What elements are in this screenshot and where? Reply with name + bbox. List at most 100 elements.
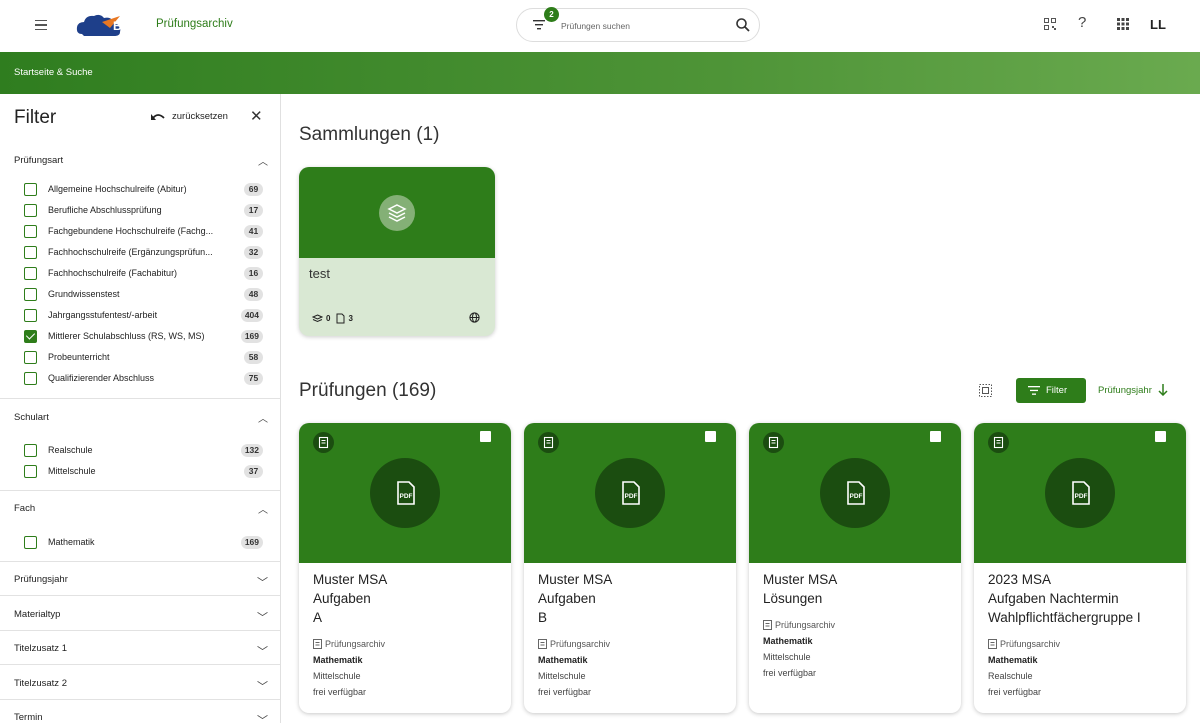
filter-title: Filter [14, 107, 57, 128]
checkbox[interactable] [24, 464, 37, 478]
checkbox-checked[interactable] [24, 329, 37, 343]
qr-code-icon[interactable] [1044, 18, 1056, 30]
reset-button[interactable]: zurücksetzen [150, 111, 228, 122]
count-badge: 75 [244, 371, 263, 385]
search-icon[interactable] [735, 17, 751, 33]
source-label: Prüfungsarchiv [775, 620, 836, 630]
exam-card[interactable]: PDF Muster MSA Aufgaben B Prüfungsarchiv… [524, 423, 736, 713]
search-input[interactable] [561, 17, 721, 35]
section-label: Prüfungsart [14, 155, 64, 166]
checkbox[interactable] [24, 266, 37, 280]
section-pruefungsart: Prüfungsart ︿ Allgemeine Hochschulreife … [0, 151, 280, 389]
checkbox[interactable] [24, 203, 37, 217]
select-checkbox[interactable] [705, 431, 716, 442]
checkbox[interactable] [24, 371, 37, 385]
filter-icon[interactable] [533, 20, 545, 30]
section-titelzusatz-1[interactable]: Titelzusatz 1 ﹀ [0, 631, 280, 665]
card-source: Prüfungsarchiv [763, 617, 835, 633]
filter-option[interactable]: Qualifizierender Abschluss 75 [0, 368, 280, 389]
chevron-down-icon[interactable]: ﹀ [257, 574, 268, 590]
title-line: A [313, 610, 323, 625]
apps-grid-icon[interactable] [1117, 18, 1129, 30]
section-materialtyp[interactable]: Materialtyp ﹀ [0, 597, 280, 631]
select-checkbox[interactable] [930, 431, 941, 442]
document-type-icon [313, 432, 334, 453]
checkbox[interactable] [24, 224, 37, 238]
section-label: Prüfungsjahr [14, 574, 68, 585]
filter-option[interactable]: Probeunterricht 58 [0, 347, 280, 368]
archive-icon [988, 639, 997, 649]
help-icon[interactable]: ? [1078, 14, 1086, 31]
count-badge: 16 [244, 266, 263, 280]
checkbox[interactable] [24, 350, 37, 364]
card-subject: Mathematik [313, 655, 363, 665]
filter-option[interactable]: Grundwissenstest 48 [0, 284, 280, 305]
filter-option[interactable]: Mittlerer Schulabschluss (RS, WS, MS) 169 [0, 326, 280, 347]
select-checkbox[interactable] [1155, 431, 1166, 442]
option-label: Mathematik [48, 537, 95, 547]
title-line: 2023 MSA [988, 572, 1052, 587]
filter-option[interactable]: Fachhochschulreife (Ergänzungsprüfun... 3… [0, 242, 280, 263]
breadcrumb[interactable]: Startseite & Suche [14, 67, 93, 78]
filter-button[interactable]: Filter [1016, 378, 1086, 403]
chevron-up-icon[interactable]: ︿ [258, 501, 268, 516]
filter-option[interactable]: Mittelschule 37 [0, 461, 280, 482]
section-header[interactable]: Prüfungsart ︿ [0, 151, 280, 171]
pdf-icon: PDF [1045, 458, 1115, 528]
filter-option[interactable]: Fachgebundene Hochschulreife (Fachg... 41 [0, 221, 280, 242]
section-termin[interactable]: Termin ﹀ [0, 700, 280, 723]
chevron-down-icon[interactable]: ﹀ [257, 643, 268, 659]
card-title: Muster MSA Aufgaben A [313, 570, 503, 627]
archive-icon [538, 639, 547, 649]
menu-icon[interactable] [30, 14, 52, 36]
filter-option[interactable]: Allgemeine Hochschulreife (Abitur) 69 [0, 179, 280, 200]
option-label: Fachgebundene Hochschulreife (Fachg... [48, 226, 214, 236]
logo[interactable]: ByCS Prüfungsarchiv [76, 12, 233, 40]
select-all-icon[interactable] [979, 384, 992, 397]
user-avatar[interactable]: LL [1150, 17, 1166, 32]
document-type-icon [763, 432, 784, 453]
checkbox[interactable] [24, 287, 37, 301]
collection-card[interactable]: test 0 3 [299, 167, 495, 336]
close-icon[interactable]: ✕ [250, 109, 263, 124]
checkbox[interactable] [24, 443, 37, 457]
section-label: Materialtyp [14, 609, 61, 620]
checkbox[interactable] [24, 535, 37, 549]
section-header[interactable]: Schulart ︿ [0, 408, 280, 428]
exam-card[interactable]: PDF 2023 MSA Aufgaben Nachtermin Wahlpfl… [974, 423, 1186, 713]
checkbox[interactable] [24, 245, 37, 259]
archive-icon [313, 639, 322, 649]
chevron-down-icon[interactable]: ﹀ [257, 678, 268, 694]
section-pruefungsjahr[interactable]: Prüfungsjahr ﹀ [0, 562, 280, 596]
section-titelzusatz-2[interactable]: Titelzusatz 2 ﹀ [0, 666, 280, 700]
filter-option[interactable]: Jahrgangsstufentest/-arbeit 404 [0, 305, 280, 326]
title-line: Lösungen [763, 591, 823, 606]
chevron-up-icon[interactable]: ︿ [258, 153, 268, 168]
filter-option[interactable]: Realschule 132 [0, 440, 280, 461]
collections-heading: Sammlungen (1) [299, 124, 440, 145]
filter-option[interactable]: Berufliche Abschlussprüfung 17 [0, 200, 280, 221]
checkbox[interactable] [24, 182, 37, 196]
filter-option[interactable]: Mathematik 169 [0, 532, 280, 553]
exam-card[interactable]: PDF Muster MSA Aufgaben A Prüfungsarchiv… [299, 423, 511, 713]
layers-icon [379, 195, 415, 231]
option-label: Fachhochschulreife (Fachabitur) [48, 268, 178, 278]
count-badge: 32 [244, 245, 263, 259]
title-line: Muster MSA [538, 572, 613, 587]
section-header[interactable]: Fach ︿ [0, 499, 280, 519]
card-access: frei verfügbar [538, 687, 592, 697]
archive-icon [763, 620, 772, 630]
count-badge: 404 [240, 308, 263, 322]
chevron-down-icon[interactable]: ﹀ [257, 609, 268, 625]
exam-card[interactable]: PDF Muster MSA Lösungen Prüfungsarchiv M… [749, 423, 961, 713]
chevron-up-icon[interactable]: ︿ [258, 410, 268, 425]
count-badge: 48 [244, 287, 263, 301]
select-checkbox[interactable] [480, 431, 491, 442]
checkbox[interactable] [24, 308, 37, 322]
document-type-icon [988, 432, 1009, 453]
source-label: Prüfungsarchiv [325, 639, 386, 649]
sort-button[interactable]: Prüfungsjahr [1098, 384, 1168, 396]
filter-option[interactable]: Fachhochschulreife (Fachabitur) 16 [0, 263, 280, 284]
chevron-down-icon[interactable]: ﹀ [257, 712, 268, 723]
document-small-icon [336, 313, 345, 324]
